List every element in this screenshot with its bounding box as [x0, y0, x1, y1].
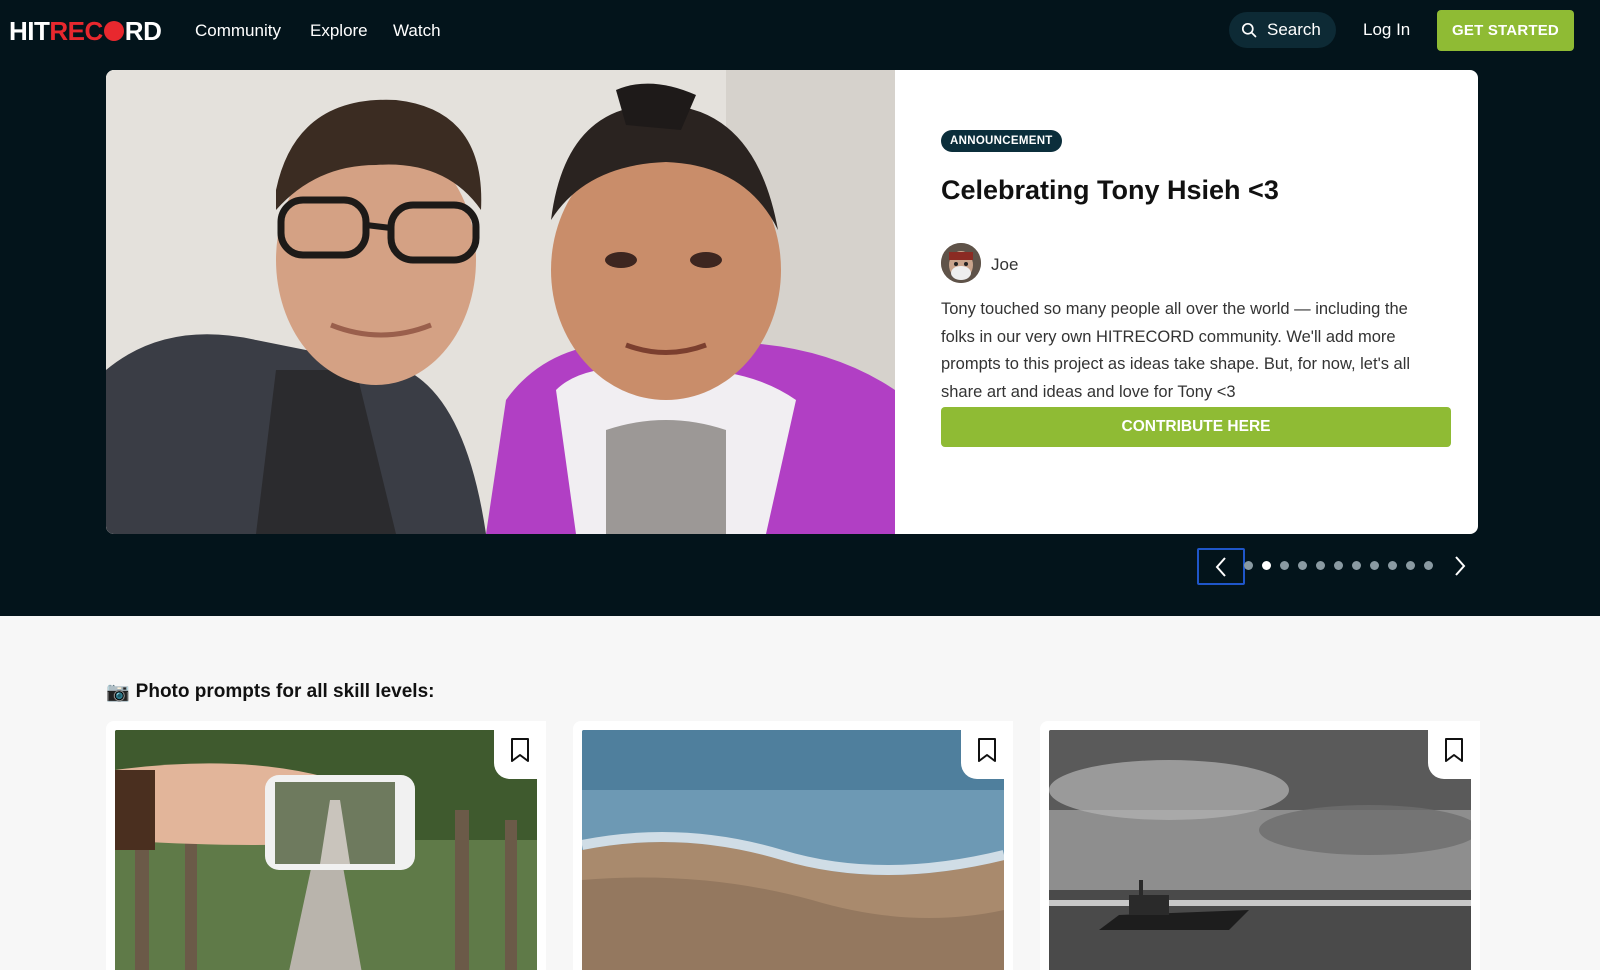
carousel-dot[interactable]: [1388, 561, 1397, 570]
bookmark-icon: [511, 738, 529, 762]
hero-photo[interactable]: [106, 70, 895, 534]
carousel-dot[interactable]: [1370, 561, 1379, 570]
carousel-prev-button[interactable]: [1197, 548, 1245, 585]
featured-hero-card: ANNOUNCEMENT Celebrating Tony Hsieh <3 J…: [106, 70, 1478, 534]
logo-text-rd: RD: [124, 16, 162, 46]
search-icon: [1241, 22, 1257, 38]
prompt-card[interactable]: [573, 721, 1013, 970]
prompt-card-image[interactable]: [115, 730, 537, 970]
get-started-button[interactable]: GET STARTED: [1437, 10, 1574, 51]
bookmark-button[interactable]: [494, 721, 546, 779]
carousel-pagination: [1244, 561, 1433, 570]
carousel-dot[interactable]: [1316, 561, 1325, 570]
chevron-right-icon: [1455, 556, 1466, 576]
carousel-dot[interactable]: [1244, 561, 1253, 570]
carousel-dot[interactable]: [1424, 561, 1433, 570]
carousel-dot[interactable]: [1406, 561, 1415, 570]
prompt-card-image[interactable]: [1049, 730, 1471, 970]
camera-icon: 📷: [106, 682, 130, 703]
section-heading: 📷 Photo prompts for all skill levels:: [106, 680, 434, 704]
author-name[interactable]: Joe: [991, 255, 1018, 275]
carousel-dot[interactable]: [1298, 561, 1307, 570]
login-link[interactable]: Log In: [1363, 20, 1410, 40]
prompt-card-image[interactable]: [582, 730, 1004, 970]
section-title-text: Photo prompts for all skill levels:: [135, 681, 435, 702]
bookmark-button[interactable]: [961, 721, 1013, 779]
logo-text-rec: REC: [49, 16, 103, 46]
carousel-dot-active[interactable]: [1262, 561, 1271, 570]
nav-link-community[interactable]: Community: [195, 20, 281, 42]
carousel-dot[interactable]: [1280, 561, 1289, 570]
hero-photo-illustration: [106, 70, 895, 534]
bookmark-button[interactable]: [1428, 721, 1480, 779]
carousel-next-button[interactable]: [1447, 553, 1473, 579]
author-avatar[interactable]: [941, 243, 981, 283]
hero-title[interactable]: Celebrating Tony Hsieh <3: [941, 175, 1279, 206]
carousel-dot[interactable]: [1334, 561, 1343, 570]
prompt-card[interactable]: [106, 721, 546, 970]
hero-info-panel: ANNOUNCEMENT Celebrating Tony Hsieh <3 J…: [941, 70, 1451, 534]
contribute-button[interactable]: CONTRIBUTE HERE: [941, 407, 1451, 447]
bookmark-icon: [978, 738, 996, 762]
hitrecord-logo[interactable]: HIT REC RD: [9, 16, 162, 46]
chevron-left-icon: [1215, 556, 1226, 577]
beach-waves-photo: [582, 730, 1004, 970]
nav-link-explore[interactable]: Explore: [310, 20, 368, 42]
hand-holding-phone-photo: [115, 730, 537, 970]
avatar-image: [941, 243, 981, 283]
search-label: Search: [1267, 20, 1321, 39]
nav-link-watch[interactable]: Watch: [393, 20, 441, 42]
top-navbar: HIT REC RD Community Explore Watch Search …: [0, 0, 1600, 62]
announcement-badge: ANNOUNCEMENT: [941, 130, 1062, 152]
search-button[interactable]: Search: [1229, 12, 1336, 48]
logo-record-dot: [103, 21, 124, 41]
logo-text-hit: HIT: [9, 16, 50, 46]
bookmark-icon: [1445, 738, 1463, 762]
black-white-boat-photo: [1049, 730, 1471, 970]
prompt-card[interactable]: [1040, 721, 1480, 970]
carousel-dot[interactable]: [1352, 561, 1361, 570]
hero-description: Tony touched so many people all over the…: [941, 300, 1411, 401]
